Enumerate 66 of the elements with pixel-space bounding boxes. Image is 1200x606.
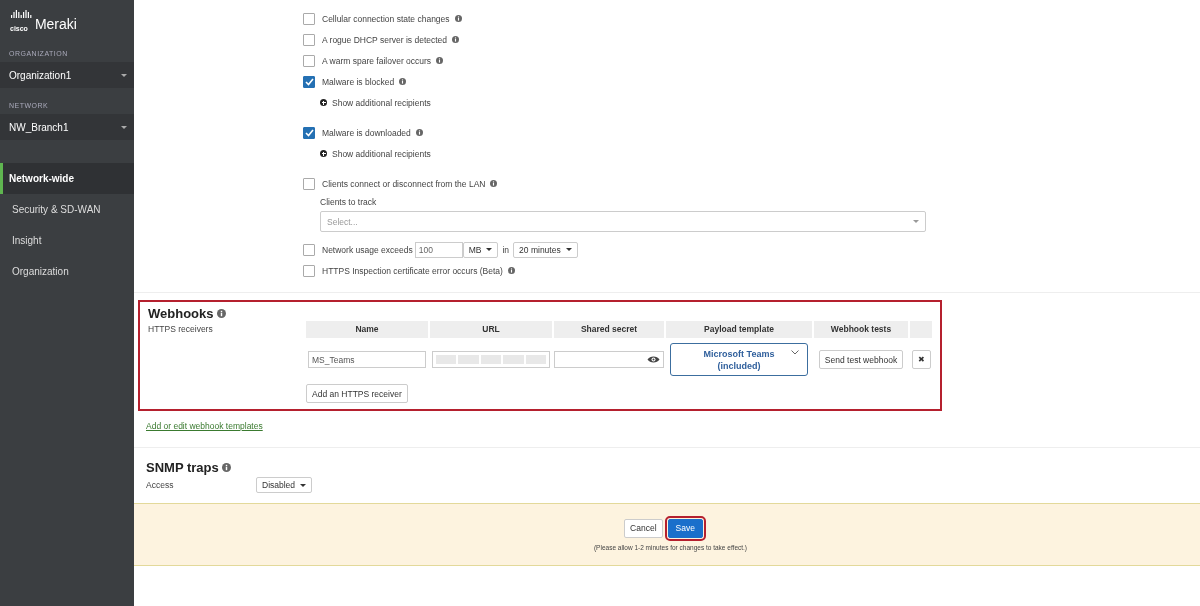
checkbox[interactable] xyxy=(303,75,315,88)
plus-icon xyxy=(320,99,327,106)
logo-icon xyxy=(11,10,33,18)
alert-label: Clients connect or disconnect from the LAN xyxy=(322,178,486,189)
send-test-button[interactable]: Send test webhook xyxy=(818,350,904,369)
plus-icon xyxy=(320,150,327,157)
eye-icon[interactable] xyxy=(647,355,660,364)
info-icon xyxy=(507,267,515,274)
info-icon xyxy=(436,57,444,64)
add-receiver-button[interactable]: Add an HTTPS receiver xyxy=(306,384,408,403)
section-title: Webhooks xyxy=(148,306,214,321)
column-header: Webhook tests xyxy=(814,321,908,338)
cancel-button[interactable]: Cancel xyxy=(624,518,663,538)
templates-link[interactable]: Add or edit webhook templates xyxy=(146,421,263,431)
info-icon xyxy=(452,36,460,43)
checkbox[interactable] xyxy=(303,12,315,25)
alert-label: Malware is downloaded xyxy=(322,127,411,138)
column-header: Payload template xyxy=(666,321,812,338)
show-recipients-link[interactable]: Show additional recipients xyxy=(332,97,431,108)
in-label: in xyxy=(502,244,510,255)
alert-label: HTTPS Inspection certificate error occurs (Beta) xyxy=(322,265,503,276)
nav-item[interactable]: Network-wide xyxy=(0,163,134,194)
column-header: Shared secret xyxy=(554,321,664,338)
alert-label: Malware is blocked xyxy=(322,76,395,87)
name-field[interactable]: MS_Teams xyxy=(308,351,426,368)
alert-label: Network usage exceeds xyxy=(322,244,413,255)
checkbox[interactable] xyxy=(303,177,315,190)
info-icon xyxy=(454,15,462,22)
access-dropdown[interactable]: Disabled xyxy=(256,477,313,493)
remove-button[interactable]: ✖ xyxy=(911,350,931,369)
info-icon xyxy=(415,129,423,136)
unit-dropdown[interactable]: MB xyxy=(462,241,499,258)
field-label: Clients to track xyxy=(320,197,378,207)
column-header: URL xyxy=(430,321,552,338)
info-icon xyxy=(399,78,407,85)
checkbox[interactable] xyxy=(303,54,315,67)
nav-item[interactable]: Insight xyxy=(0,225,134,256)
info-icon xyxy=(490,180,498,187)
caret-icon xyxy=(121,125,127,129)
alert-label: Cellular connection state changes xyxy=(322,13,450,24)
picker-dropdown[interactable]: Organization1 xyxy=(0,62,134,88)
alert-label: A rogue DHCP server is detected xyxy=(322,34,448,45)
nav-item[interactable]: Security & SD-WAN xyxy=(0,194,134,225)
checkbox[interactable] xyxy=(303,243,315,256)
checkbox[interactable] xyxy=(303,126,315,139)
template-dropdown[interactable]: Microsoft Teams (included) xyxy=(670,343,808,376)
column-header: Name xyxy=(306,321,428,338)
alert-label: A warm spare failover occurs xyxy=(322,55,432,66)
info-icon xyxy=(216,309,226,318)
threshold-field[interactable]: 100 xyxy=(414,241,463,258)
checkbox[interactable] xyxy=(303,33,315,46)
show-recipients-link[interactable]: Show additional recipients xyxy=(332,148,431,159)
field-label: HTTPS receivers xyxy=(148,323,214,336)
field-label: Access xyxy=(146,480,175,490)
chevron-icon xyxy=(791,350,799,355)
picker-dropdown[interactable]: NW_Branch1 xyxy=(0,114,134,140)
period-dropdown[interactable]: 20 minutes xyxy=(513,241,578,258)
url-field[interactable] xyxy=(432,351,550,368)
product-name: Meraki xyxy=(34,16,77,32)
info-icon xyxy=(221,463,231,472)
caret-icon xyxy=(121,73,127,77)
section-title: SNMP traps xyxy=(146,460,219,475)
checkbox[interactable] xyxy=(303,264,315,277)
secret-field[interactable] xyxy=(554,351,664,368)
nav-item[interactable]: Organization xyxy=(0,256,134,287)
save-button[interactable]: Save xyxy=(667,518,703,538)
